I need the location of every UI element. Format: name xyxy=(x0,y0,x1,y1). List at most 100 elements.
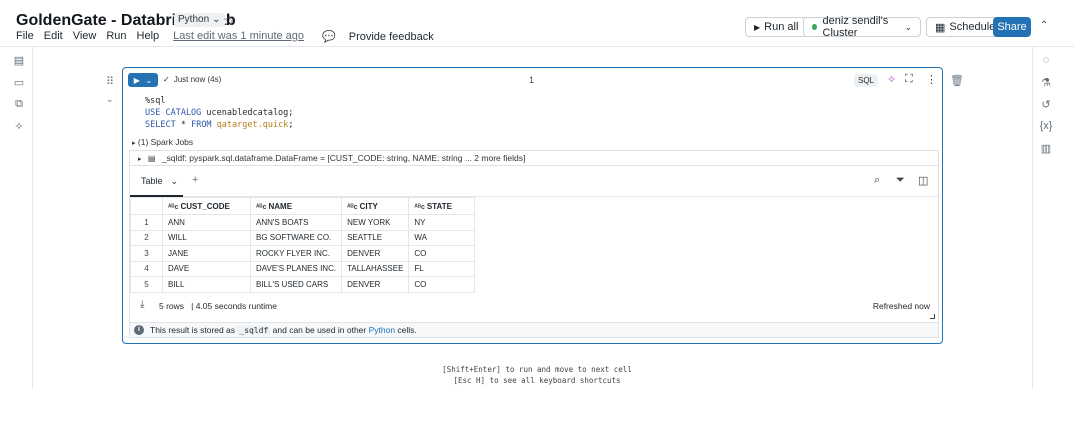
table-cell[interactable]: ANN xyxy=(162,214,251,231)
right-rail-divider xyxy=(1032,46,1033,388)
cell-language-badge[interactable]: SQL xyxy=(854,74,879,87)
table-cell[interactable]: ANN'S BOATS xyxy=(249,214,343,231)
code-editor[interactable]: %sql USE CATALOG ucenabledcatalog; SELEC… xyxy=(145,95,293,131)
search-icon[interactable]: ⌕ xyxy=(874,174,880,187)
last-edit-link[interactable]: Last edit was 1 minute ago xyxy=(173,30,304,43)
history-icon[interactable]: ↺ xyxy=(1039,98,1053,111)
cluster-label: deniz sendil's Cluster xyxy=(822,15,889,39)
feedback-label: Provide feedback xyxy=(348,30,434,43)
panel-toggle-icon[interactable]: ◫ xyxy=(918,174,928,187)
string-type-icon: ᴬᴮc xyxy=(168,203,179,211)
tab-table-label: Table xyxy=(141,176,163,186)
column-header[interactable]: ᴬᴮc CUST_CODE xyxy=(162,197,251,215)
collapse-cell-icon[interactable]: ⌄ xyxy=(106,94,114,105)
download-icon[interactable]: ⤓ xyxy=(140,299,144,310)
chevron-up-icon[interactable]: ⌃ xyxy=(1040,20,1048,31)
menu-view[interactable]: View xyxy=(73,30,97,43)
menu-file[interactable]: File xyxy=(16,30,34,43)
play-icon: ▶ xyxy=(754,22,761,32)
add-visualization-icon[interactable]: + xyxy=(192,174,198,186)
run-all-label: Run all xyxy=(764,21,799,33)
tab-table[interactable]: Table ⌄ xyxy=(141,176,178,187)
chevron-right-icon: ▸ xyxy=(132,140,136,147)
table-cell[interactable]: BILL xyxy=(162,276,251,293)
table-cell[interactable]: NEW YORK xyxy=(341,214,410,231)
share-button[interactable]: Share xyxy=(993,17,1031,37)
table-cell[interactable]: DENVER xyxy=(341,276,410,293)
left-rail-divider xyxy=(32,46,33,388)
cell-number: 1 xyxy=(529,75,535,85)
table-cell[interactable]: DAVE'S PLANES INC. xyxy=(249,260,343,277)
table-cell[interactable]: NY xyxy=(408,214,476,231)
runtime: | 4.05 seconds runtime xyxy=(191,301,277,311)
chart-icon[interactable]: ▥ xyxy=(1039,142,1053,155)
results-footer: ⤓ 5 rows | 4.05 seconds runtime Refreshe… xyxy=(129,294,939,318)
table-icon: ▤ xyxy=(147,154,156,163)
variables-icon[interactable]: {x} xyxy=(1039,120,1053,132)
table-row[interactable]: 2 WILL BG SOFTWARE CO. SEATTLE WA xyxy=(130,229,476,246)
language-label: Python xyxy=(178,14,210,25)
run-cell-button[interactable]: ▶ ⌄ xyxy=(128,73,158,87)
cell-status: ✓ Just now (4s) xyxy=(163,75,221,84)
comments-icon[interactable]: ◌ xyxy=(1039,54,1053,66)
check-icon: ✓ xyxy=(163,75,170,84)
column-header[interactable]: ᴬᴮc CITY xyxy=(341,197,410,215)
table-cell[interactable]: WILL xyxy=(162,229,251,246)
menu-bar: File Edit View Run Help Last edit was 1 … xyxy=(16,30,454,43)
menu-edit[interactable]: Edit xyxy=(44,30,63,43)
row-count: 5 rows | 4.05 seconds runtime xyxy=(159,301,277,311)
run-all-button[interactable]: ▶ Run all xyxy=(745,17,808,37)
table-cell[interactable]: TALLAHASSEE xyxy=(341,260,410,277)
cluster-selector[interactable]: deniz sendil's Cluster ⌄ xyxy=(803,15,921,39)
column-header[interactable]: ᴬᴮc STATE xyxy=(408,197,476,215)
fullscreen-icon[interactable]: ⛶ xyxy=(905,73,913,86)
feedback-link[interactable]: 💬 Provide feedback xyxy=(322,30,444,44)
table-row[interactable]: 1 ANN ANN'S BOATS NEW YORK NY xyxy=(130,214,476,231)
table-of-contents-icon[interactable]: ▤ xyxy=(12,54,26,67)
chevron-down-icon: ⌄ xyxy=(170,176,179,186)
table-cell[interactable]: CO xyxy=(408,245,476,262)
table-row[interactable]: 5 BILL BILL'S USED CARS DENVER CO xyxy=(130,276,476,293)
filter-icon[interactable]: ⏷ xyxy=(896,174,905,187)
cluster-status-dot xyxy=(812,24,817,30)
table-row[interactable]: 4 DAVE DAVE'S PLANES INC. TALLAHASSEE FL xyxy=(130,260,476,277)
code-line: %sql xyxy=(145,96,166,106)
string-type-icon: ᴬᴮc xyxy=(347,203,358,211)
menu-help[interactable]: Help xyxy=(137,30,160,43)
menu-run[interactable]: Run xyxy=(106,30,126,43)
star-icon[interactable]: ☆ xyxy=(223,12,236,29)
experiment-icon[interactable]: ⚗ xyxy=(1039,76,1053,89)
python-link[interactable]: Python xyxy=(369,325,395,335)
table-cell[interactable]: WA xyxy=(408,229,476,246)
table-cell[interactable]: DENVER xyxy=(341,245,410,262)
table-cell[interactable]: JANE xyxy=(162,245,251,262)
spark-jobs-toggle[interactable]: ▸ (1) Spark Jobs xyxy=(132,137,193,147)
table-cell[interactable]: DAVE xyxy=(162,260,251,277)
table-cell[interactable]: ROCKY FLYER INC. xyxy=(249,245,343,262)
chevron-down-icon: ⌄ xyxy=(212,14,221,25)
language-selector[interactable]: Python ⌄ xyxy=(174,13,225,27)
table-cell[interactable]: FL xyxy=(408,260,476,277)
string-type-icon: ᴬᴮc xyxy=(414,203,425,211)
assistant-icon[interactable]: ✧ xyxy=(12,120,26,133)
catalog-icon[interactable]: ⧉ xyxy=(12,98,26,111)
drag-handle-icon[interactable]: ⠿ xyxy=(106,75,114,88)
more-menu-icon[interactable]: ⋮ xyxy=(926,73,937,86)
index-column-header xyxy=(130,197,163,215)
comment-icon: 💬 xyxy=(322,31,336,43)
table-cell[interactable]: BG SOFTWARE CO. xyxy=(249,229,343,246)
notebook-cell[interactable]: ▶ ⌄ ✓ Just now (4s) 1 SQL ✧ ⛶ ⋮ %sql USE… xyxy=(122,67,943,344)
play-icon: ▶ xyxy=(133,75,140,85)
dataframe-schema-toggle[interactable]: ▸ ▤ _sqldf: pyspark.sql.dataframe.DataFr… xyxy=(129,150,939,165)
code-line: USE CATALOG ucenabledcatalog; xyxy=(145,108,294,118)
spark-jobs-label: (1) Spark Jobs xyxy=(137,137,194,147)
assistant-icon[interactable]: ✧ xyxy=(887,73,896,86)
folder-icon[interactable]: ▭ xyxy=(12,76,26,89)
table-cell[interactable]: BILL'S USED CARS xyxy=(249,276,343,293)
column-header[interactable]: ᴬᴮc NAME xyxy=(249,197,343,215)
table-cell[interactable]: SEATTLE xyxy=(341,229,410,246)
table-row[interactable]: 3 JANE ROCKY FLYER INC. DENVER CO xyxy=(130,245,476,262)
trash-icon[interactable]: 🗑 xyxy=(950,74,964,87)
string-type-icon: ᴬᴮc xyxy=(256,203,267,211)
table-cell[interactable]: CO xyxy=(408,276,476,293)
